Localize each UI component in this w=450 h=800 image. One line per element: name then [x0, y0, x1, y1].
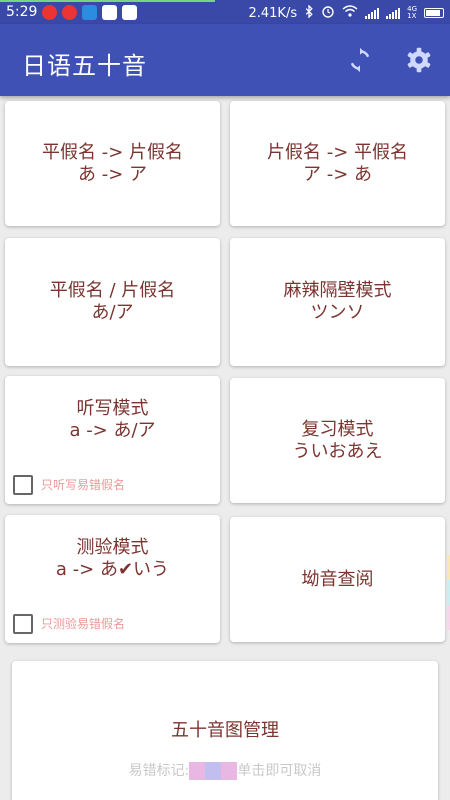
- card-subtitle: ア -> あ: [302, 163, 373, 185]
- card-title: 平假名 / 片假名: [49, 280, 176, 301]
- app-title: 日语五十音: [22, 52, 147, 80]
- quiz-error-only-option[interactable]: 只测验易错假名: [13, 613, 125, 635]
- card-subtitle: ういおあえ: [292, 440, 383, 462]
- quiz-error-only-label: 只测验易错假名: [41, 617, 126, 631]
- status-bar: 5:29 2.41K/s 4G 1X: [0, 0, 450, 24]
- dictation-mode-card[interactable]: 听写模式 a -> あ/ア 只听写易错假名: [5, 376, 220, 504]
- card-title: 坳音查阅: [301, 568, 374, 590]
- dictation-error-only-label: 只听写易错假名: [41, 478, 126, 492]
- refresh-button[interactable]: [344, 44, 376, 76]
- legend-suffix: 单击即可取消: [237, 763, 322, 779]
- card-subtitle: あ -> ア: [77, 163, 148, 185]
- signal-icon-2: [386, 7, 401, 19]
- card-subtitle: a -> あ✔いう: [55, 559, 170, 580]
- card-title: 平假名 -> 片假名: [41, 141, 184, 163]
- hira-to-kata-card[interactable]: 平假名 -> 片假名 あ -> ア: [5, 101, 220, 226]
- netease-music-icon-2: [62, 4, 78, 20]
- net-speed: 2.41K/s: [248, 5, 298, 21]
- card-subtitle: a -> あ/ア: [69, 420, 156, 441]
- status-time: 5:29: [6, 4, 38, 20]
- bluetooth-icon: [304, 3, 314, 22]
- app-notification-icon: [82, 4, 98, 20]
- card-title: 五十音图管理: [171, 719, 279, 741]
- card-title: 听写模式: [76, 398, 149, 419]
- app-bar: 日语五十音: [0, 24, 450, 96]
- alarm-icon: [321, 4, 335, 22]
- mark-swatch-pink: [189, 762, 206, 780]
- network-type: 4G 1X: [407, 6, 417, 20]
- browser-notification-icon: [102, 4, 118, 20]
- card-title: 麻辣隔壁模式: [283, 280, 392, 301]
- quiz-mode-card[interactable]: 测验模式 a -> あ✔いう 只测验易错假名: [5, 515, 220, 643]
- status-progress-line: [0, 0, 215, 2]
- kata-to-hira-card[interactable]: 片假名 -> 平假名 ア -> あ: [230, 101, 445, 226]
- network-sub-label: 1X: [407, 12, 417, 20]
- card-title: 片假名 -> 平假名: [266, 141, 409, 163]
- mark-swatch-pink-2: [221, 762, 238, 780]
- gear-icon: [407, 47, 431, 73]
- card-title: 测验模式: [76, 537, 149, 558]
- status-right: 2.41K/s 4G 1X: [248, 3, 444, 22]
- card-title: 复习模式: [301, 418, 374, 440]
- gojuon-chart-manage-card[interactable]: 五十音图管理 易错标记: 单击即可取消: [12, 661, 438, 800]
- hira-kata-mix-card[interactable]: 平假名 / 片假名 あ/ア: [5, 238, 220, 366]
- error-mark-legend: 易错标记: 单击即可取消: [12, 760, 438, 782]
- dictation-error-only-checkbox[interactable]: [13, 475, 33, 495]
- confusing-mode-card[interactable]: 麻辣隔壁模式 ツンソ: [230, 238, 445, 366]
- youon-lookup-card[interactable]: 坳音查阅: [230, 517, 445, 642]
- settings-button[interactable]: [403, 44, 435, 76]
- wifi-icon: [342, 5, 358, 21]
- status-left: 5:29: [6, 4, 138, 20]
- review-mode-card[interactable]: 复习模式 ういおあえ: [230, 378, 445, 503]
- quiz-error-only-checkbox[interactable]: [13, 614, 33, 634]
- signal-icon: [365, 7, 380, 19]
- refresh-icon: [350, 47, 370, 73]
- card-subtitle: ツンソ: [310, 302, 365, 323]
- netease-music-icon: [42, 4, 58, 20]
- qq-icon: [122, 4, 138, 20]
- dictation-error-only-option[interactable]: 只听写易错假名: [13, 474, 125, 496]
- legend-prefix: 易错标记:: [128, 763, 190, 779]
- battery-icon: [424, 8, 444, 18]
- card-subtitle: あ/ア: [91, 302, 134, 323]
- mark-swatch-lavender: [205, 762, 222, 780]
